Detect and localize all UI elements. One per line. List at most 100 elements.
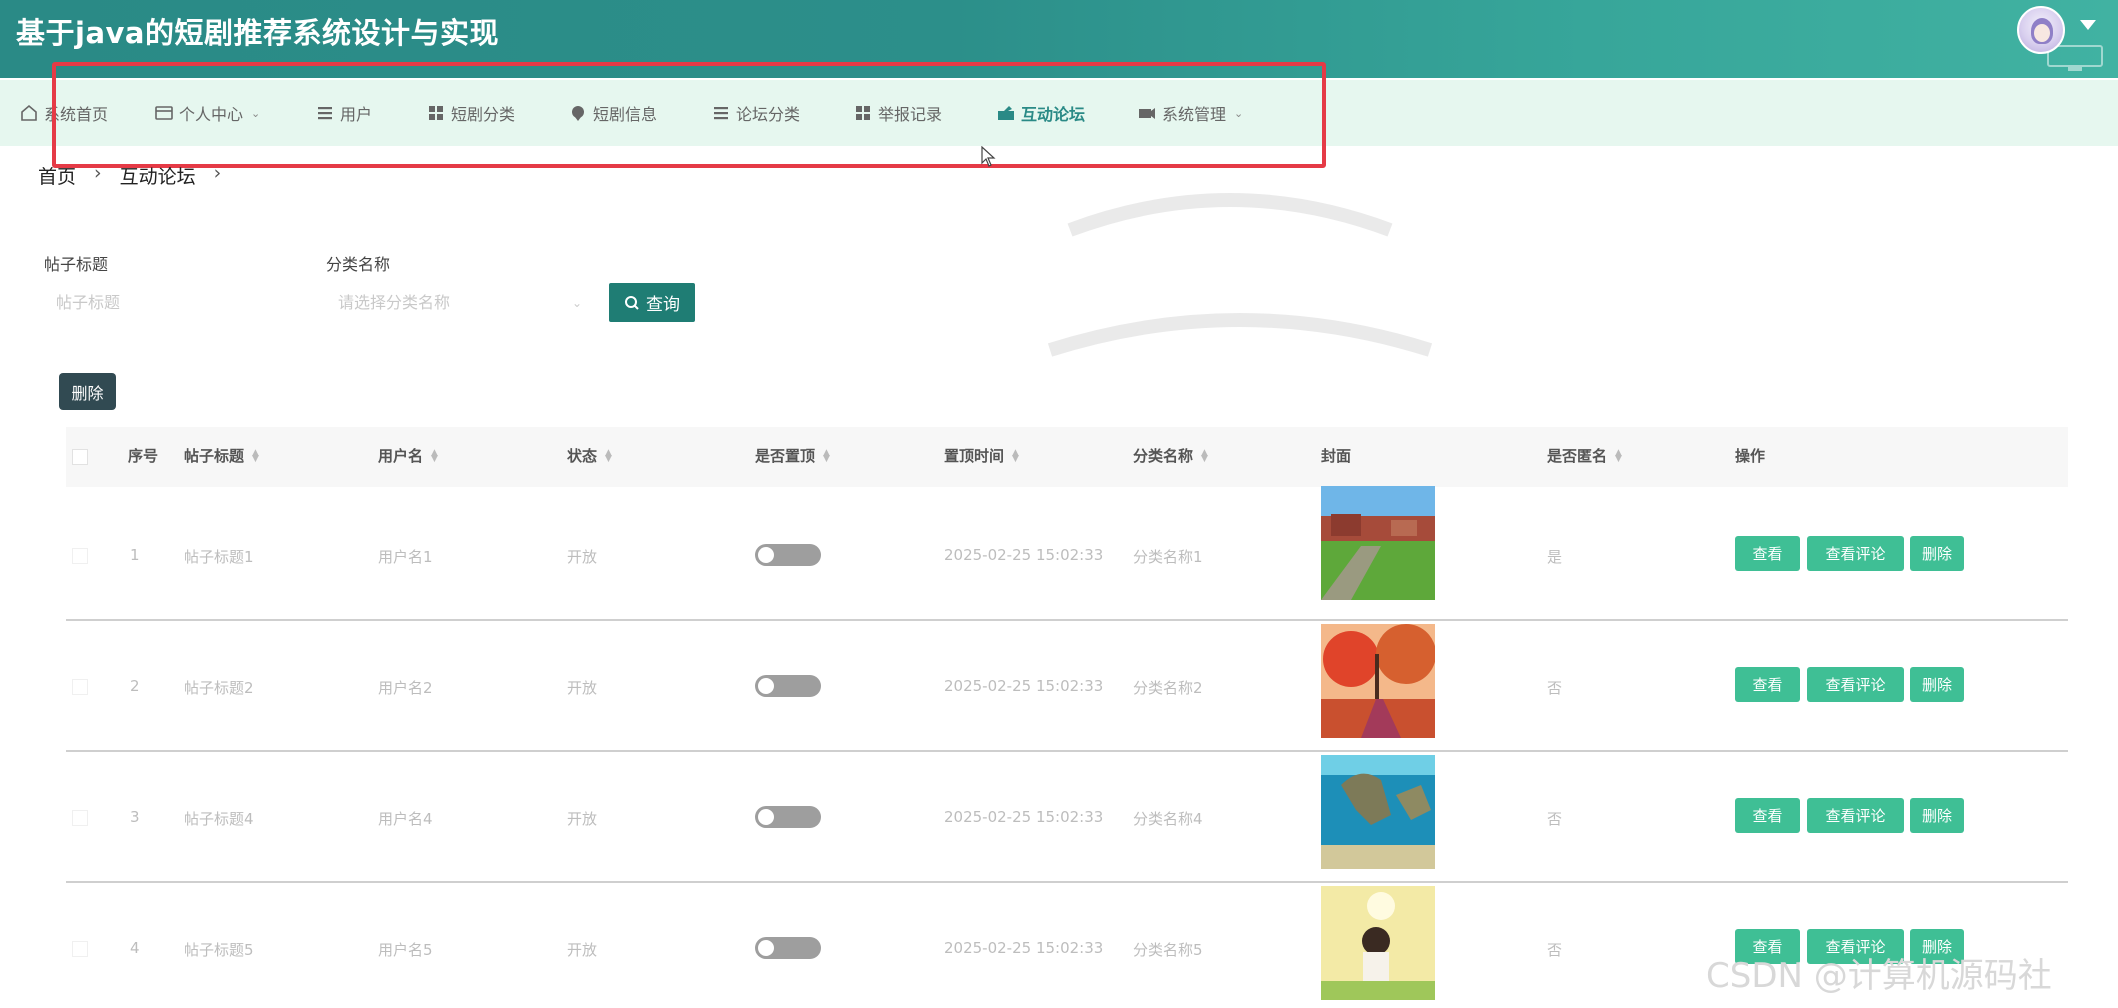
nav-label: 短剧分类	[451, 105, 516, 124]
sort-icon[interactable]: ▲ ▼	[605, 448, 612, 463]
nav-item-forum-category[interactable]: 论坛分类	[712, 80, 800, 146]
chevron-down-icon[interactable]: ⌄	[572, 296, 582, 310]
nav-label: 系统首页	[44, 105, 109, 124]
cell-status: 开放	[567, 548, 598, 566]
cell-pin-time: 2025-02-25 15:02:33	[944, 939, 1104, 957]
cell-username: 用户名2	[378, 679, 433, 697]
category-select[interactable]	[338, 283, 578, 321]
header-status[interactable]: 状态 ▲ ▼	[567, 445, 612, 466]
cell-anonymous: 否	[1547, 679, 1563, 697]
chevron-down-icon[interactable]	[2080, 20, 2096, 30]
cell-username: 用户名5	[378, 941, 433, 959]
nav-label: 论坛分类	[736, 105, 801, 124]
nav-item-reports[interactable]: 举报记录	[854, 80, 942, 146]
cell-pin-time: 2025-02-25 15:02:33	[944, 808, 1104, 826]
nav-item-drama-category[interactable]: 短剧分类	[427, 80, 515, 146]
nav-label: 用户	[340, 105, 373, 124]
top-nav: 系统首页 个人中心 ⌄ 用户 短剧分类 短剧信息 论坛分类 举报记录 互动论坛	[0, 80, 2118, 146]
pinned-toggle[interactable]	[755, 544, 821, 566]
pinned-toggle[interactable]	[755, 806, 821, 828]
table-header: 序号 帖子标题 ▲ ▼ 用户名 ▲ ▼ 状态 ▲ ▼ 是否置顶 ▲ ▼ 置顶时间 ▲ ▼ 分类名称 ▲…	[66, 427, 2068, 487]
sort-icon[interactable]: ▲ ▼	[1615, 448, 1622, 463]
cursor-icon	[981, 146, 996, 167]
cell-index: 3	[130, 808, 140, 826]
view-button[interactable]: 查看	[1735, 798, 1800, 833]
app-title: 基于java的短剧推荐系统设计与实现	[16, 16, 499, 50]
nav-item-system[interactable]: 系统管理 ⌄	[1138, 80, 1243, 146]
cell-pin-time: 2025-02-25 15:02:33	[944, 677, 1104, 695]
table-row: 3 帖子标题4 用户名4 开放 2025-02-25 15:02:33 分类名称4 否 查看查…	[66, 752, 2068, 883]
view-comments-button[interactable]: 查看评论	[1807, 798, 1904, 833]
cell-pin-time: 2025-02-25 15:02:33	[944, 546, 1104, 564]
chevron-down-icon: ⌄	[1234, 106, 1244, 120]
nav-item-users[interactable]: 用户	[316, 80, 372, 146]
sort-icon[interactable]: ▲ ▼	[1201, 448, 1208, 463]
nav-item-forum[interactable]: 互动论坛	[997, 80, 1085, 146]
cell-category: 分类名称5	[1133, 941, 1203, 959]
header-label: 帖子标题	[184, 447, 245, 465]
row-checkbox[interactable]	[72, 548, 88, 564]
nav-label: 个人中心	[179, 105, 244, 124]
cell-index: 1	[130, 546, 140, 564]
delete-button[interactable]: 删除	[1910, 667, 1964, 702]
header-index: 序号	[128, 445, 158, 466]
nav-item-home[interactable]: 系统首页	[20, 80, 108, 146]
cell-status: 开放	[567, 679, 598, 697]
query-button-label: 查询	[646, 295, 680, 315]
cell-category: 分类名称4	[1133, 810, 1203, 828]
header-pinned[interactable]: 是否置顶 ▲ ▼	[755, 445, 830, 466]
cell-anonymous: 是	[1547, 548, 1563, 566]
query-button[interactable]: 查询	[609, 283, 695, 322]
title-input[interactable]	[56, 283, 296, 321]
row-checkbox[interactable]	[72, 941, 88, 957]
view-button[interactable]: 查看	[1735, 667, 1800, 702]
list-icon	[712, 104, 730, 122]
cell-username: 用户名1	[378, 548, 433, 566]
cell-username: 用户名4	[378, 810, 433, 828]
table-row: 2 帖子标题2 用户名2 开放 2025-02-25 15:02:33 分类名称2 否 查看查…	[66, 621, 2068, 752]
forum-icon	[997, 104, 1015, 122]
cover-image	[1321, 624, 1435, 738]
header-pin-time[interactable]: 置顶时间 ▲ ▼	[944, 445, 1019, 466]
row-checkbox[interactable]	[72, 679, 88, 695]
view-comments-button[interactable]: 查看评论	[1807, 536, 1904, 571]
cell-index: 2	[130, 677, 140, 695]
sort-icon[interactable]: ▲ ▼	[252, 448, 259, 463]
sort-icon[interactable]: ▲ ▼	[431, 448, 438, 463]
header-label: 状态	[567, 447, 598, 465]
cell-anonymous: 否	[1547, 941, 1563, 959]
sort-icon[interactable]: ▲ ▼	[1012, 448, 1019, 463]
settings-icon	[1138, 104, 1156, 122]
delete-button[interactable]: 删除	[1910, 798, 1964, 833]
nav-item-profile[interactable]: 个人中心 ⌄	[155, 80, 260, 146]
table-row: 1 帖子标题1 用户名1 开放 2025-02-25 15:02:33 分类名称1 是 查看查…	[66, 486, 2068, 621]
header-label: 封面	[1321, 447, 1352, 465]
view-button[interactable]: 查看	[1735, 536, 1800, 571]
chevron-down-icon: ⌄	[251, 106, 261, 120]
delete-button[interactable]: 删除	[1910, 536, 1964, 571]
breadcrumb-home[interactable]: 首页	[38, 162, 76, 189]
header-label: 用户名	[378, 447, 424, 465]
batch-delete-button[interactable]: 删除	[59, 373, 116, 410]
pinned-toggle[interactable]	[755, 675, 821, 697]
pinned-toggle[interactable]	[755, 937, 821, 959]
header-anonymous[interactable]: 是否匿名 ▲ ▼	[1547, 445, 1622, 466]
nav-item-drama-info[interactable]: 短剧信息	[569, 80, 657, 146]
cover-image	[1321, 886, 1435, 1000]
nav-label: 短剧信息	[593, 105, 658, 124]
cover-image	[1321, 486, 1435, 600]
header-label: 是否置顶	[755, 447, 816, 465]
header-label: 分类名称	[1133, 447, 1194, 465]
avatar[interactable]	[2017, 6, 2065, 54]
header-username[interactable]: 用户名 ▲ ▼	[378, 445, 438, 466]
search-icon	[625, 295, 639, 310]
header-title[interactable]: 帖子标题 ▲ ▼	[184, 445, 259, 466]
header-label: 是否匿名	[1547, 447, 1608, 465]
view-comments-button[interactable]: 查看评论	[1807, 667, 1904, 702]
cell-index: 4	[130, 939, 140, 957]
header-category[interactable]: 分类名称 ▲ ▼	[1133, 445, 1208, 466]
sort-icon[interactable]: ▲ ▼	[823, 448, 830, 463]
select-all-checkbox[interactable]	[72, 449, 88, 465]
home-icon	[20, 104, 38, 122]
row-checkbox[interactable]	[72, 810, 88, 826]
